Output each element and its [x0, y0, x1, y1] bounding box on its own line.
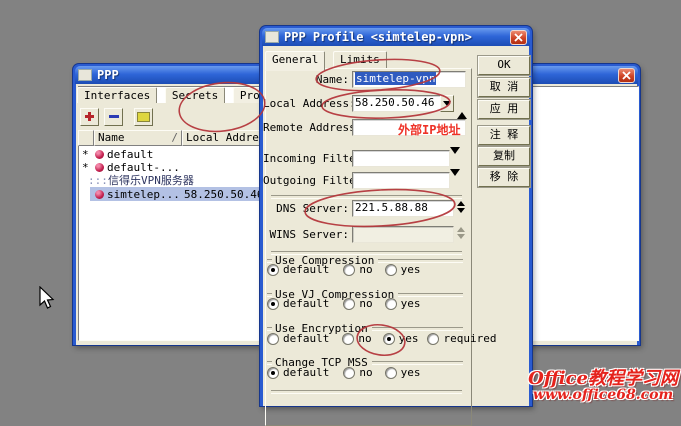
dialog-close-button[interactable]: [510, 29, 527, 45]
watermark-site-url: www.office68.com: [532, 387, 674, 403]
remote-address-label: Remote Address:: [263, 121, 363, 134]
separator: [271, 390, 462, 394]
change-tcp-mss-options: default no yes: [267, 366, 420, 379]
window-icon: [265, 31, 279, 43]
minus-icon: [108, 115, 119, 118]
profile-icon: [95, 150, 104, 159]
dialog-body: General Limits Name: simtelep-vpn Local …: [263, 46, 530, 426]
use-compression-options: default no yes: [267, 263, 420, 276]
radio-default[interactable]: [267, 263, 279, 276]
arrow-up-icon: [456, 227, 465, 232]
use-encryption-options: default no yes required: [267, 332, 496, 345]
column-flag[interactable]: [78, 130, 94, 146]
chevron-down-icon: [450, 169, 460, 189]
remote-address-input[interactable]: [352, 119, 466, 136]
radio-no[interactable]: [342, 332, 355, 345]
add-profile-button[interactable]: [80, 107, 99, 126]
close-icon: [622, 70, 631, 80]
column-name[interactable]: Name /: [94, 130, 182, 146]
radio-default[interactable]: [267, 332, 279, 345]
radio-default[interactable]: [267, 297, 279, 310]
wins-server-label: WINS Server:: [269, 228, 349, 241]
incoming-filter-select[interactable]: [352, 150, 450, 167]
comment-button[interactable]: 注 释: [478, 126, 530, 145]
note-icon: [137, 111, 150, 122]
wins-server-input[interactable]: [352, 226, 454, 243]
comment-button[interactable]: [134, 107, 153, 126]
outgoing-filter-label: Outgoing Filter:: [263, 174, 369, 187]
chevron-down-icon: [443, 101, 451, 106]
separator: [271, 195, 462, 199]
profile-icon: [95, 163, 104, 172]
apply-button[interactable]: 应 用: [478, 100, 530, 119]
radio-yes[interactable]: [384, 263, 397, 276]
radio-yes[interactable]: [384, 366, 397, 379]
ppp-profile-dialog: PPP Profile <simtelep-vpn> General Limit…: [260, 26, 532, 426]
wins-server-spinner[interactable]: [455, 227, 466, 239]
dns-server-spinner[interactable]: [455, 201, 466, 213]
radio-yes[interactable]: [382, 332, 395, 345]
remove-button[interactable]: 移 除: [478, 168, 530, 187]
watermark-site-name: Office教程学习网: [528, 368, 678, 389]
window-icon: [78, 69, 92, 81]
use-vj-compression-options: default no yes: [267, 297, 420, 310]
radio-yes[interactable]: [384, 297, 397, 310]
radio-no[interactable]: [343, 263, 356, 276]
ok-button[interactable]: OK: [478, 56, 530, 75]
dns-server-input[interactable]: 221.5.88.88: [352, 200, 454, 217]
dns-server-label: DNS Server:: [276, 202, 349, 215]
tab-general[interactable]: General: [265, 51, 326, 71]
local-address-label: Local Address:: [263, 97, 356, 110]
arrow-up-icon: [457, 99, 467, 119]
outgoing-filter-dropdown-button[interactable]: [450, 169, 460, 189]
arrow-down-icon: [456, 208, 465, 213]
dialog-title: PPP Profile <simtelep-vpn>: [284, 30, 472, 44]
incoming-filter-label: Incoming Filter:: [263, 152, 369, 165]
remove-profile-button[interactable]: [104, 107, 123, 126]
profile-icon: [95, 190, 104, 199]
chevron-down-icon: [450, 147, 460, 167]
local-address-collapse-button[interactable]: [457, 99, 467, 119]
ppp-close-button[interactable]: [618, 67, 635, 83]
tab-limits[interactable]: Limits: [332, 51, 387, 69]
radio-no[interactable]: [343, 297, 356, 310]
radio-default[interactable]: [267, 366, 279, 379]
local-address-dropdown-button[interactable]: [440, 95, 454, 112]
close-icon: [514, 32, 523, 42]
watermark: Office教程学习网 www.office68.com: [528, 368, 678, 403]
ppp-window-title: PPP: [97, 68, 119, 82]
dialog-titlebar[interactable]: PPP Profile <simtelep-vpn>: [262, 28, 530, 46]
outgoing-filter-select[interactable]: [352, 172, 450, 189]
name-label: Name:: [315, 73, 349, 86]
sort-indicator-icon: /: [171, 131, 178, 144]
local-address-input[interactable]: 58.250.50.46: [352, 95, 445, 112]
mouse-cursor: [39, 286, 55, 309]
copy-button[interactable]: 复制: [478, 147, 530, 166]
radio-no[interactable]: [343, 366, 356, 379]
column-local-address[interactable]: Local Address: [182, 130, 267, 146]
name-input[interactable]: simtelep-vpn: [352, 71, 466, 88]
arrow-up-icon: [456, 201, 465, 206]
arrow-down-icon: [456, 234, 465, 239]
plus-icon: [85, 112, 94, 121]
radio-required[interactable]: [427, 332, 440, 345]
incoming-filter-dropdown-button[interactable]: [450, 147, 460, 167]
cancel-button[interactable]: 取 消: [478, 78, 530, 97]
